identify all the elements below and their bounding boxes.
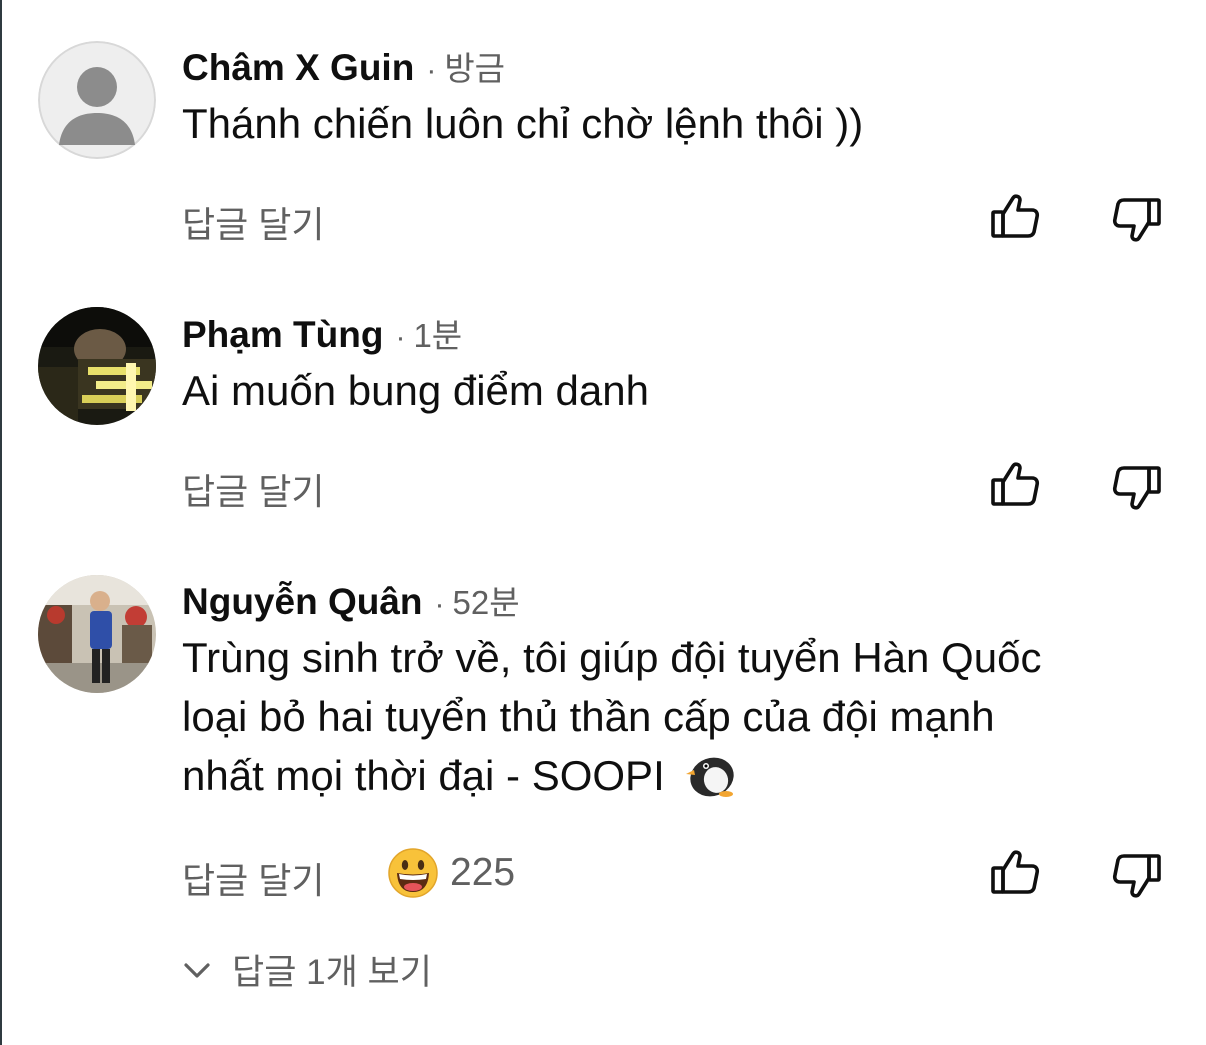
thumbs-up-icon[interactable] bbox=[988, 458, 1042, 512]
thumbs-down-icon[interactable] bbox=[1110, 460, 1164, 514]
comment-header: Châm X Guin · 방금 bbox=[182, 42, 505, 90]
separator-dot: · bbox=[426, 54, 437, 87]
comment-author[interactable]: Nguyễn Quân bbox=[182, 581, 423, 623]
comment-time: 52분 bbox=[452, 584, 520, 621]
reaction-count: 225 bbox=[450, 851, 516, 894]
window-edge bbox=[0, 0, 2, 1045]
avatar-default-icon[interactable] bbox=[38, 41, 156, 159]
comment-header: Nguyễn Quân · 52분 bbox=[182, 576, 520, 624]
comment-time: 방금 bbox=[444, 50, 506, 87]
comment-author[interactable]: Châm X Guin bbox=[182, 47, 414, 89]
comment-text: Thánh chiến luôn chỉ chờ lệnh thôi )) bbox=[182, 94, 863, 153]
reply-button[interactable]: 답글 달기 bbox=[182, 852, 324, 904]
comment-text: Trùng sinh trở về, tôi giúp đội tuyển Hà… bbox=[182, 628, 1041, 805]
reply-button[interactable]: 답글 달기 bbox=[182, 196, 324, 248]
comment-text-line: Ai muốn bung điểm danh bbox=[182, 367, 649, 414]
comment-time: 1분 bbox=[413, 317, 463, 354]
comment-text: Ai muốn bung điểm danh bbox=[182, 361, 649, 420]
separator-dot: · bbox=[434, 588, 445, 621]
comment-text-line: Trùng sinh trở về, tôi giúp đội tuyển Hà… bbox=[182, 634, 1042, 681]
grinning-face-emoji bbox=[388, 848, 438, 898]
comment-header: Phạm Tùng · 1분 bbox=[182, 309, 462, 357]
thumbs-down-icon[interactable] bbox=[1110, 192, 1164, 246]
thumbs-up-icon[interactable] bbox=[988, 190, 1042, 244]
avatar[interactable] bbox=[38, 307, 156, 425]
chevron-down-icon bbox=[184, 962, 210, 978]
comment-text-line: loại bỏ hai tuyển thủ thần cấp của đội m… bbox=[182, 693, 995, 740]
view-replies-label: 답글 1개 보기 bbox=[232, 953, 432, 992]
comment-text-fragment: nhất mọi thời đại - SOOPI bbox=[182, 752, 665, 799]
comment-text-line: nhất mọi thời đại - SOOPI bbox=[182, 746, 1041, 805]
creator-reaction: 225 bbox=[388, 848, 515, 898]
penguin-emoji bbox=[686, 757, 735, 797]
thumbs-down-icon[interactable] bbox=[1110, 848, 1164, 902]
reply-button[interactable]: 답글 달기 bbox=[182, 463, 324, 515]
comment-text-line: Thánh chiến luôn chỉ chờ lệnh thôi )) bbox=[182, 100, 864, 147]
avatar[interactable] bbox=[38, 575, 156, 693]
thumbs-up-icon[interactable] bbox=[988, 846, 1042, 900]
separator-dot: · bbox=[395, 321, 406, 354]
comment-author[interactable]: Phạm Tùng bbox=[182, 314, 383, 356]
view-replies-button[interactable]: 답글 1개 보기 bbox=[180, 944, 432, 995]
